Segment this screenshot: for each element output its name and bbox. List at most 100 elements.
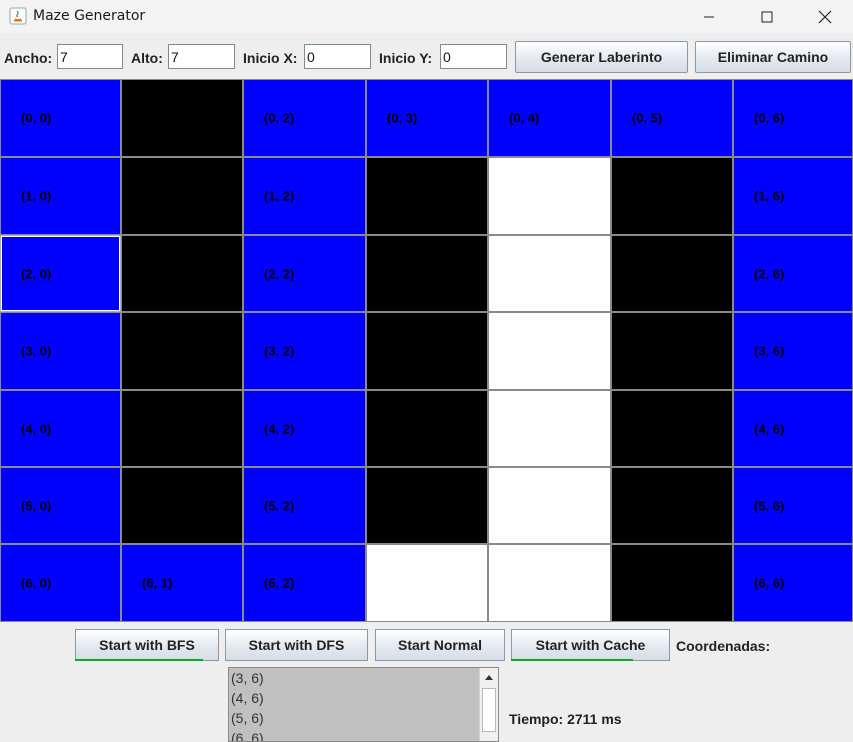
maze-cell[interactable] <box>611 390 733 467</box>
start-cache-button[interactable]: Start with Cache <box>511 629 670 661</box>
minimize-button[interactable] <box>680 0 738 33</box>
maze-cell[interactable]: (0, 2) <box>243 79 366 157</box>
alto-input[interactable] <box>168 44 235 69</box>
ancho-label: Ancho: <box>4 50 53 66</box>
cell-coordinate-label: (0, 0) <box>21 110 52 126</box>
maze-cell[interactable] <box>121 390 243 467</box>
inicio-y-label: Inicio Y: <box>379 50 433 66</box>
start-normal-button[interactable]: Start Normal <box>375 629 505 661</box>
chevron-up-icon <box>485 675 493 680</box>
maze-cell[interactable] <box>611 157 733 235</box>
scroll-thumb[interactable] <box>482 688 496 732</box>
maze-cell[interactable]: (5, 2) <box>243 467 366 544</box>
maze-cell[interactable]: (5, 6) <box>733 467 853 544</box>
maze-cell[interactable] <box>611 235 733 312</box>
maze-cell[interactable]: (0, 3) <box>366 79 488 157</box>
maze-cell[interactable]: (2, 0) <box>0 235 121 312</box>
maze-cell[interactable] <box>488 235 611 312</box>
cell-coordinate-label: (2, 2) <box>264 266 295 281</box>
coordinates-label: Coordenadas: <box>676 638 771 654</box>
maze-cell[interactable] <box>366 544 488 622</box>
minimize-icon <box>704 16 714 17</box>
cell-coordinate-label: (0, 6) <box>754 110 785 126</box>
maze-cell[interactable] <box>121 235 243 312</box>
maze-cell[interactable] <box>366 467 488 544</box>
bfs-progress-indicator <box>75 659 203 661</box>
maze-cell[interactable]: (4, 0) <box>0 390 121 467</box>
cell-coordinate-label: (4, 0) <box>21 421 52 436</box>
list-scrollbar[interactable] <box>479 668 498 741</box>
maze-cell[interactable]: (4, 6) <box>733 390 853 467</box>
maze-cell[interactable] <box>611 467 733 544</box>
cache-progress-indicator <box>511 659 633 661</box>
generate-maze-button[interactable]: Generar Laberinto <box>515 41 688 73</box>
cell-coordinate-label: (6, 1) <box>142 575 173 591</box>
maze-cell[interactable]: (6, 2) <box>243 544 366 622</box>
cell-coordinate-label: (3, 6) <box>754 343 785 359</box>
cell-coordinate-label: (4, 6) <box>754 421 785 436</box>
maze-cell[interactable]: (0, 4) <box>488 79 611 157</box>
settings-toolbar: Ancho: Alto: Inicio X: Inicio Y: Generar… <box>0 33 853 79</box>
maze-cell[interactable] <box>121 79 243 157</box>
scroll-up-button[interactable] <box>480 668 498 686</box>
list-item[interactable]: (6, 6) <box>229 728 498 741</box>
maze-cell[interactable]: (2, 6) <box>733 235 853 312</box>
maze-cell[interactable] <box>121 312 243 390</box>
maze-cell[interactable] <box>121 157 243 235</box>
maze-cell[interactable] <box>366 235 488 312</box>
cell-coordinate-label: (5, 0) <box>21 498 52 513</box>
cell-coordinate-label: (6, 2) <box>264 575 295 591</box>
maze-cell[interactable] <box>366 157 488 235</box>
maze-cell[interactable]: (3, 0) <box>0 312 121 390</box>
elapsed-time-label: Tiempo: 2711 ms <box>509 711 622 727</box>
list-item[interactable]: (5, 6) <box>229 708 498 728</box>
maze-cell[interactable] <box>488 544 611 622</box>
maze-cell[interactable] <box>488 390 611 467</box>
start-bfs-button[interactable]: Start with BFS <box>75 629 219 661</box>
cell-coordinate-label: (2, 0) <box>21 266 52 281</box>
maze-cell[interactable]: (6, 0) <box>0 544 121 622</box>
maze-cell[interactable]: (0, 6) <box>733 79 853 157</box>
close-button[interactable] <box>796 0 853 33</box>
clear-path-button[interactable]: Eliminar Camino <box>695 41 851 73</box>
maze-cell[interactable] <box>488 312 611 390</box>
maze-cell[interactable] <box>488 467 611 544</box>
cell-coordinate-label: (6, 6) <box>754 575 785 591</box>
inicio-x-input[interactable] <box>304 44 371 69</box>
maze-cell[interactable]: (1, 0) <box>0 157 121 235</box>
start-dfs-button[interactable]: Start with DFS <box>225 629 368 661</box>
maze-cell[interactable] <box>121 467 243 544</box>
maze-cell[interactable]: (1, 2) <box>243 157 366 235</box>
maze-cell[interactable]: (2, 2) <box>243 235 366 312</box>
cell-coordinate-label: (5, 2) <box>264 498 295 513</box>
cell-coordinate-label: (4, 2) <box>264 421 295 436</box>
maximize-icon <box>761 11 773 22</box>
list-item[interactable]: (3, 6) <box>229 668 498 688</box>
inicio-y-input[interactable] <box>440 44 507 69</box>
cell-coordinate-label: (1, 2) <box>264 188 295 204</box>
cell-coordinate-label: (0, 4) <box>509 110 540 126</box>
cell-coordinate-label: (1, 0) <box>21 188 52 204</box>
maze-cell[interactable]: (0, 5) <box>611 79 733 157</box>
maze-cell[interactable]: (3, 2) <box>243 312 366 390</box>
maze-cell[interactable]: (6, 1) <box>121 544 243 622</box>
maze-cell[interactable]: (5, 0) <box>0 467 121 544</box>
maze-cell[interactable] <box>366 312 488 390</box>
maze-cell[interactable] <box>611 312 733 390</box>
maze-cell[interactable]: (3, 6) <box>733 312 853 390</box>
maze-cell[interactable]: (0, 0) <box>0 79 121 157</box>
solver-panel: Start with BFS Start with DFS Start Norm… <box>0 622 853 742</box>
maze-cell[interactable] <box>611 544 733 622</box>
maze-cell[interactable]: (4, 2) <box>243 390 366 467</box>
maximize-button[interactable] <box>738 0 796 33</box>
cell-coordinate-label: (0, 5) <box>632 110 663 126</box>
maze-grid: (0, 0) (0, 2) (0, 3) (0, 4) (0, 5) (0, 6) (1, … <box>0 79 853 622</box>
ancho-input[interactable] <box>57 44 123 69</box>
path-coordinates-list[interactable]: (3, 6) (4, 6) (5, 6) (6, 6) <box>228 667 499 742</box>
list-item[interactable]: (4, 6) <box>229 688 498 708</box>
maze-cell[interactable]: (1, 6) <box>733 157 853 235</box>
alto-label: Alto: <box>131 50 163 66</box>
maze-cell[interactable] <box>488 157 611 235</box>
maze-cell[interactable]: (6, 6) <box>733 544 853 622</box>
maze-cell[interactable] <box>366 390 488 467</box>
